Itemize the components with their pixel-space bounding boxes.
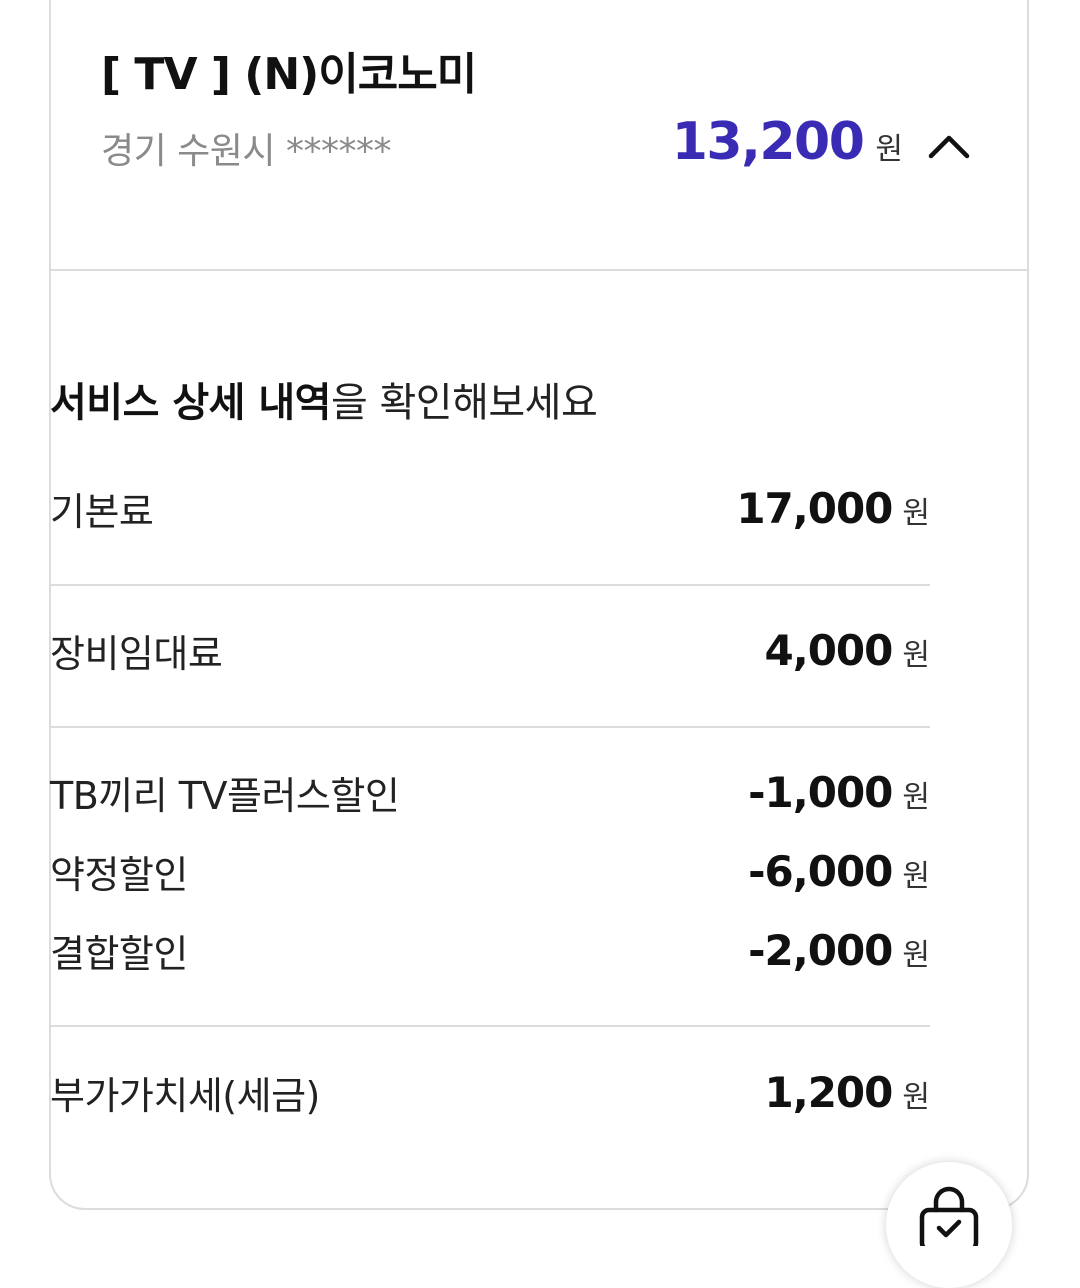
total-amount-unit: 원 bbox=[875, 132, 903, 167]
details-heading-rest: 을 확인해보세요 bbox=[330, 380, 598, 426]
total-amount: 13,200 bbox=[671, 112, 865, 172]
billing-card: [ TV ] (N)이코노미 경기 수원시 ****** 13,200 원 bbox=[49, 0, 1029, 1210]
discount-value: -6,000 원 bbox=[748, 847, 930, 896]
tax-unit: 원 bbox=[902, 1079, 930, 1115]
tax-label: 부가가치세(세금) bbox=[50, 1073, 320, 1118]
details-heading-strong: 서비스 상세 내역 bbox=[50, 380, 331, 426]
shopping-bag-check-icon bbox=[919, 1186, 979, 1246]
discount-row-contract: 약정할인 -6,000 원 bbox=[50, 841, 930, 901]
discount-amount: -1,000 bbox=[748, 767, 893, 817]
discount-value: -1,000 원 bbox=[748, 768, 930, 817]
plan-title: [ TV ] (N)이코노미 bbox=[101, 49, 477, 100]
chevron-up-icon[interactable] bbox=[927, 131, 971, 161]
row-divider bbox=[50, 726, 930, 728]
charge-value: 4,000 원 bbox=[765, 626, 930, 675]
floating-bag-button[interactable] bbox=[886, 1162, 1012, 1288]
discount-label: 결합할인 bbox=[50, 931, 188, 976]
charge-unit: 원 bbox=[902, 495, 930, 531]
charge-amount: 4,000 bbox=[764, 625, 894, 675]
total-amount-group: 13,200 원 bbox=[672, 112, 971, 172]
discount-row-tb-tv-plus: TB끼리 TV플러스할인 -1,000 원 bbox=[50, 762, 930, 822]
charge-row-base-fee: 기본료 17,000 원 bbox=[50, 478, 930, 538]
row-divider bbox=[50, 584, 930, 586]
discount-row-bundle: 결합할인 -2,000 원 bbox=[50, 920, 930, 980]
details-heading: 서비스 상세 내역을 확인해보세요 bbox=[50, 370, 598, 428]
charge-amount: 17,000 bbox=[736, 483, 893, 533]
discount-unit: 원 bbox=[902, 779, 930, 815]
tax-row-vat: 부가가치세(세금) 1,200 원 bbox=[50, 1062, 930, 1122]
charge-value: 17,000 원 bbox=[736, 484, 930, 533]
discount-label: TB끼리 TV플러스할인 bbox=[50, 773, 400, 818]
discount-unit: 원 bbox=[902, 858, 930, 894]
billing-card-header[interactable]: [ TV ] (N)이코노미 경기 수원시 ****** 13,200 원 bbox=[51, 0, 1027, 271]
service-address: 경기 수원시 ****** bbox=[101, 131, 392, 172]
discount-amount: -6,000 bbox=[748, 846, 893, 896]
discount-unit: 원 bbox=[902, 937, 930, 973]
row-divider bbox=[50, 1025, 930, 1027]
charge-row-equipment-rental: 장비임대료 4,000 원 bbox=[50, 620, 930, 680]
discount-amount: -2,000 bbox=[748, 925, 893, 975]
charge-label: 장비임대료 bbox=[50, 631, 223, 676]
discount-label: 약정할인 bbox=[50, 852, 188, 897]
tax-value: 1,200 원 bbox=[765, 1068, 930, 1117]
discount-value: -2,000 원 bbox=[748, 926, 930, 975]
charge-label: 기본료 bbox=[50, 489, 154, 534]
charge-unit: 원 bbox=[902, 637, 930, 673]
tax-amount: 1,200 bbox=[764, 1067, 894, 1117]
